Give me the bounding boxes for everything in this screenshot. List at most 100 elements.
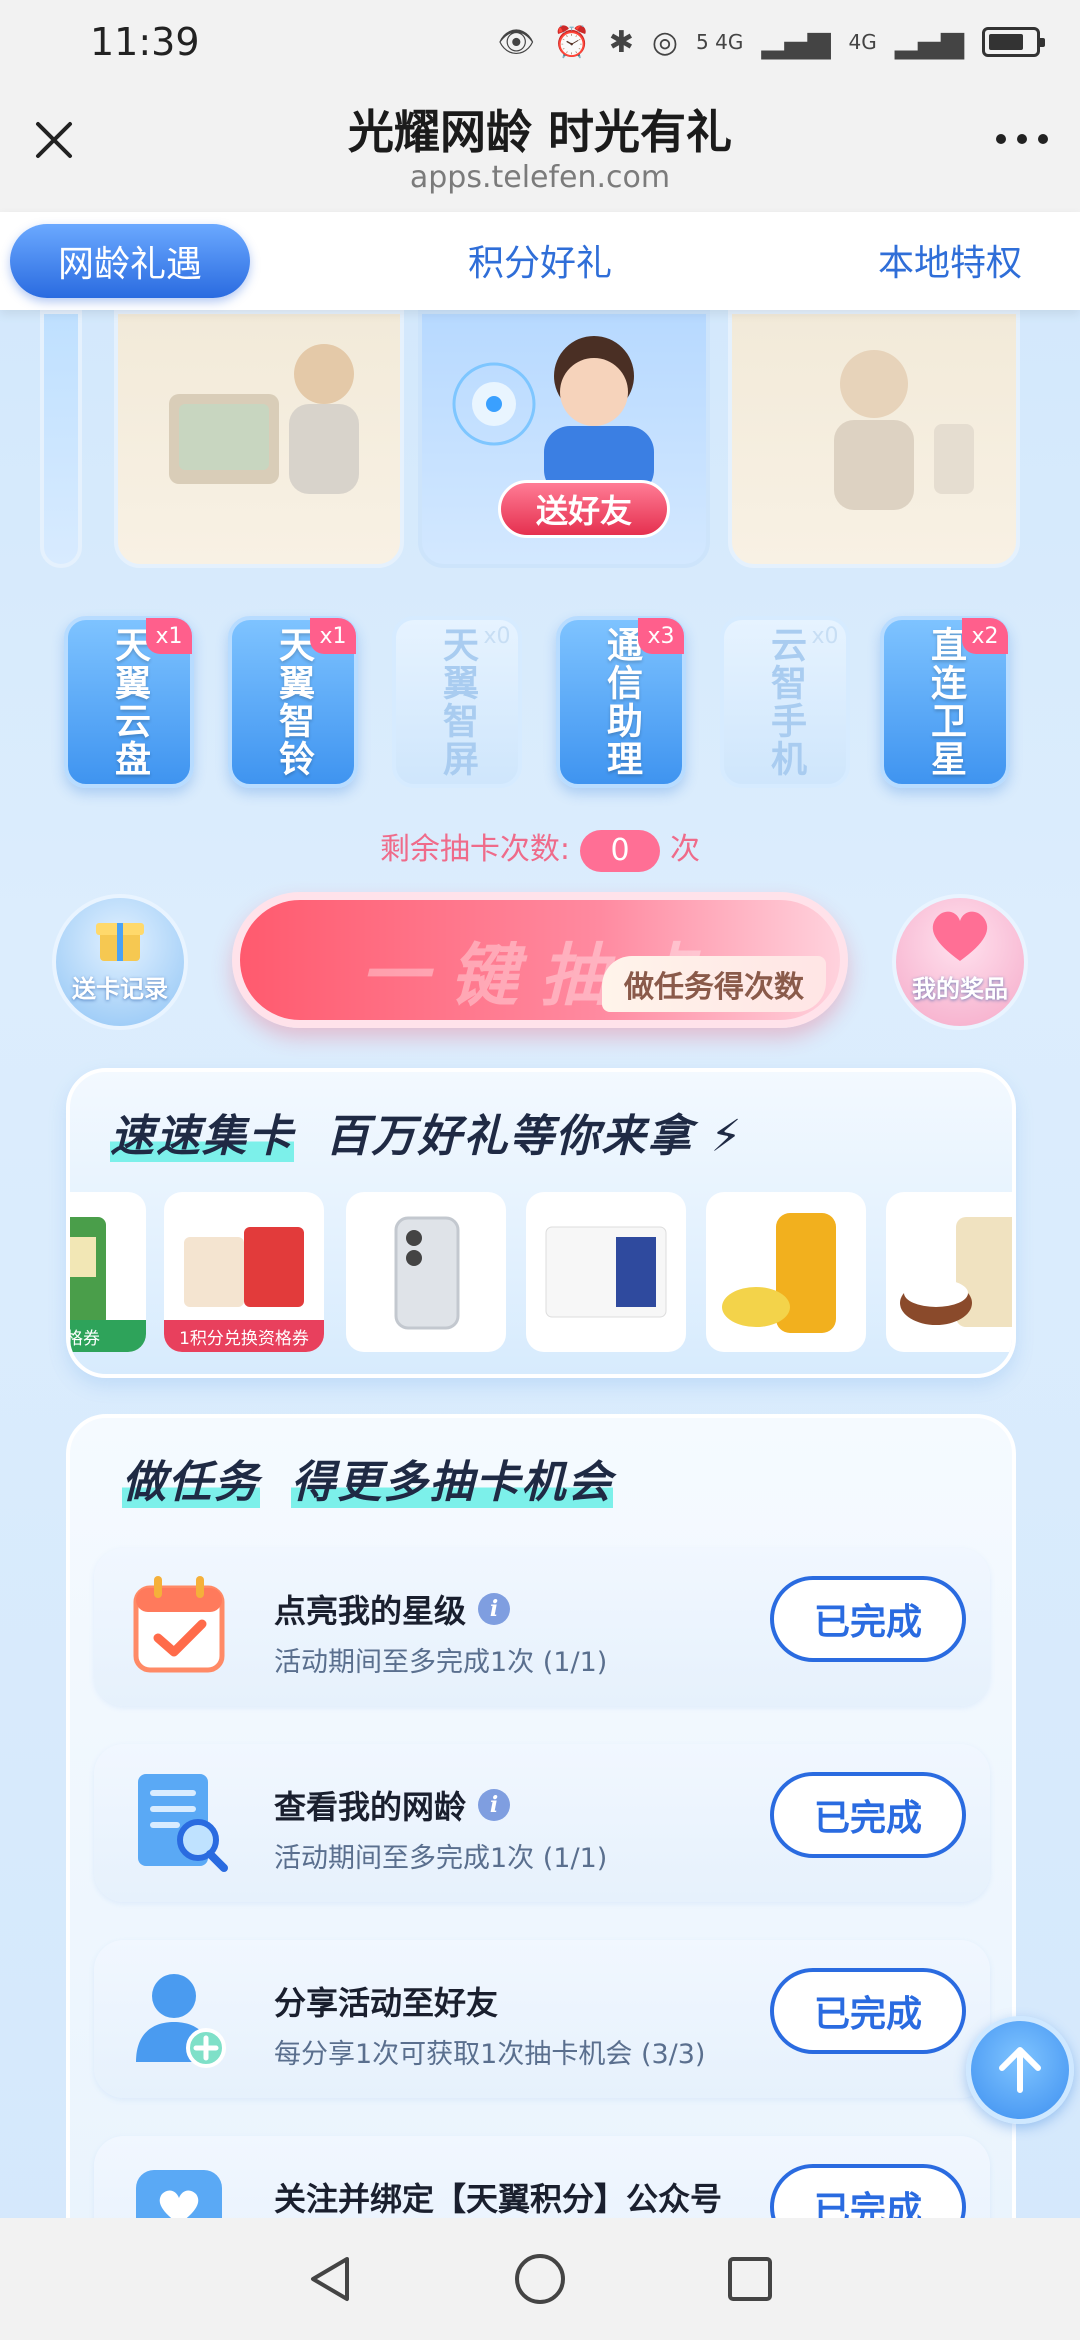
banner-illustration-center [452, 336, 654, 494]
task-section-title: 做任务 得更多抽卡机会 [122, 1457, 614, 1508]
card-label: 通信助理 [601, 626, 642, 778]
gift-icon [96, 923, 144, 961]
task-item-check-age: 查看我的网龄 i 活动期间至多完成1次 (1/1) 已完成 [94, 1744, 990, 1902]
nav-back-button[interactable] [300, 2249, 360, 2309]
task-complete-button[interactable]: 已完成 [770, 1576, 966, 1662]
prize-tag: 1积分兑换资格券 [164, 1320, 324, 1352]
status-bar: 11:39 👁 ⏰ ✱ ◎ 5 4G ▂▄▆ 4G ▂▄▆ [0, 0, 1080, 84]
page-url: apps.telefen.com [409, 160, 671, 195]
prize-carousel[interactable]: 换资格券 1积分兑换资格券 [70, 1192, 1012, 1352]
arrow-up-icon [999, 2047, 1041, 2093]
signal-label-1: 5 4G [696, 30, 744, 54]
task-complete-button[interactable]: 已完成 [770, 1968, 966, 2054]
remaining-draws: 剩余抽卡次数: 0 次 [0, 824, 1080, 872]
title-bar: 光耀网龄 时光有礼 apps.telefen.com [0, 84, 1080, 212]
banner-illustration-left [169, 344, 359, 494]
banner-illustration-right [834, 350, 974, 510]
calendar-check-icon [133, 1576, 225, 1673]
document-search-icon [138, 1774, 228, 1872]
card-label: 天翼云盘 [109, 626, 150, 778]
card-count-badge: x1 [146, 618, 192, 654]
task-for-draws-button[interactable]: 做任务得次数 [602, 956, 826, 1012]
card-tianyi-zhiping[interactable]: 天翼智屏 x0 [392, 616, 522, 788]
task-complete-button[interactable]: 已完成 [770, 1772, 966, 1858]
prize-item-oil[interactable] [706, 1192, 866, 1352]
card-tongxin-zhuli[interactable]: 通信助理 x3 [556, 616, 686, 788]
signal-icon-2: ▂▄▆ [894, 24, 964, 60]
prize-item-rice-bowl[interactable] [886, 1192, 1012, 1352]
snack-gift-image [184, 1227, 304, 1307]
card-label: 云智手机 [765, 626, 806, 778]
more-button[interactable] [992, 124, 1052, 154]
prize-item-phone[interactable] [346, 1192, 506, 1352]
tab-local[interactable]: 本地特权 [878, 234, 1022, 286]
prize-item-snack[interactable]: 1积分兑换资格券 [164, 1192, 324, 1352]
rice-bag-image [70, 1217, 106, 1327]
task-item-star-level: 点亮我的星级 i 活动期间至多完成1次 (1/1) 已完成 [94, 1548, 990, 1706]
banner-card-edge[interactable] [40, 310, 82, 568]
card-collection: 天翼云盘 x1 天翼智铃 x1 天翼智屏 x0 通信助理 x3 云智手机 x0 … [64, 616, 1014, 792]
status-icons: 👁 ⏰ ✱ ◎ 5 4G ▂▄▆ 4G ▂▄▆ [497, 24, 1045, 60]
nav-home-button[interactable] [510, 2249, 570, 2309]
banner-card-left[interactable] [114, 310, 404, 568]
home-icon [515, 2254, 565, 2304]
card-count-badge: x0 [483, 623, 511, 649]
card-tianyi-yunpan[interactable]: 天翼云盘 x1 [64, 616, 194, 788]
draw-card-button[interactable]: 一键抽卡 做任务得次数 [232, 892, 848, 1028]
recent-apps-icon [728, 2257, 772, 2301]
card-count-badge: x3 [638, 618, 684, 654]
eye-icon: 👁 [497, 24, 536, 60]
bluetooth-icon: ✱ [608, 24, 634, 60]
remaining-label: 剩余抽卡次数: [379, 832, 571, 867]
tab-wangling[interactable]: 网龄礼遇 [10, 224, 250, 298]
send-record-label: 送卡记录 [72, 975, 168, 1003]
task-name: 查看我的网龄 i [274, 1782, 511, 1828]
banner-card-center[interactable]: 送好友 [418, 310, 710, 568]
page-title: 光耀网龄 时光有礼 [347, 105, 732, 159]
scroll-top-button[interactable] [966, 2016, 1074, 2124]
card-count-badge: x1 [310, 618, 356, 654]
send-record-button[interactable]: 送卡记录 [52, 894, 188, 1030]
info-icon[interactable]: i [478, 1593, 511, 1625]
prize-heart-icon [932, 911, 988, 961]
banner-card-right[interactable] [728, 310, 1020, 568]
task-desc: 活动期间至多完成1次 (1/1) [274, 1843, 608, 1874]
task-name: 分享活动至好友 [274, 1984, 499, 2022]
system-nav-bar [0, 2218, 1080, 2340]
card-tianyi-zhiling[interactable]: 天翼智铃 x1 [228, 616, 358, 788]
prize-item-rice[interactable]: 换资格券 [70, 1192, 146, 1352]
status-time: 11:39 [90, 20, 200, 64]
tab-bar: 网龄礼遇 积分好礼 本地特权 [0, 212, 1080, 310]
hotspot-icon: ◎ [651, 24, 679, 60]
more-icon [996, 134, 1048, 144]
alarm-icon: ⏰ [553, 24, 591, 60]
send-friend-button[interactable]: 送好友 [498, 480, 670, 538]
info-icon[interactable]: i [478, 1789, 511, 1821]
battery-icon [982, 27, 1045, 57]
task-desc: 每分享1次可获取1次抽卡机会 (3/3) [274, 2039, 706, 2070]
my-prize-label: 我的奖品 [912, 975, 1008, 1003]
nav-recent-button[interactable] [720, 2249, 780, 2309]
card-zhilian-weixing[interactable]: 直连卫星 x2 [880, 616, 1010, 788]
card-label: 天翼智屏 [437, 626, 478, 778]
banner-carousel[interactable]: 送好友 [40, 310, 1020, 570]
oil-bottle-image [722, 1213, 836, 1333]
prize-item-milk[interactable] [526, 1192, 686, 1352]
card-yunzhi-shouji[interactable]: 云智手机 x0 [720, 616, 850, 788]
task-desc: 活动期间至多完成1次 (1/1) [274, 1647, 608, 1678]
prize-section-title: 速速集卡 百万好礼等你来拿 ⚡ [110, 1111, 744, 1162]
card-label: 天翼智铃 [273, 626, 314, 778]
phone-image [394, 1216, 460, 1330]
back-icon [311, 2257, 349, 2301]
signal-label-2: 4G [848, 30, 877, 54]
task-name: 点亮我的星级 i [274, 1586, 511, 1632]
milk-box-image [545, 1226, 667, 1318]
task-name: 关注并绑定【天翼积分】公众号 [274, 2180, 723, 2218]
card-count-badge: x0 [811, 623, 839, 649]
remaining-suffix: 次 [670, 832, 701, 867]
rice-bowl-image [900, 1217, 1012, 1327]
remaining-count: 0 [580, 829, 661, 872]
my-prize-button[interactable]: 我的奖品 [892, 894, 1028, 1030]
signal-icon-1: ▂▄▆ [761, 24, 831, 60]
tab-jifen[interactable]: 积分好礼 [468, 234, 612, 286]
